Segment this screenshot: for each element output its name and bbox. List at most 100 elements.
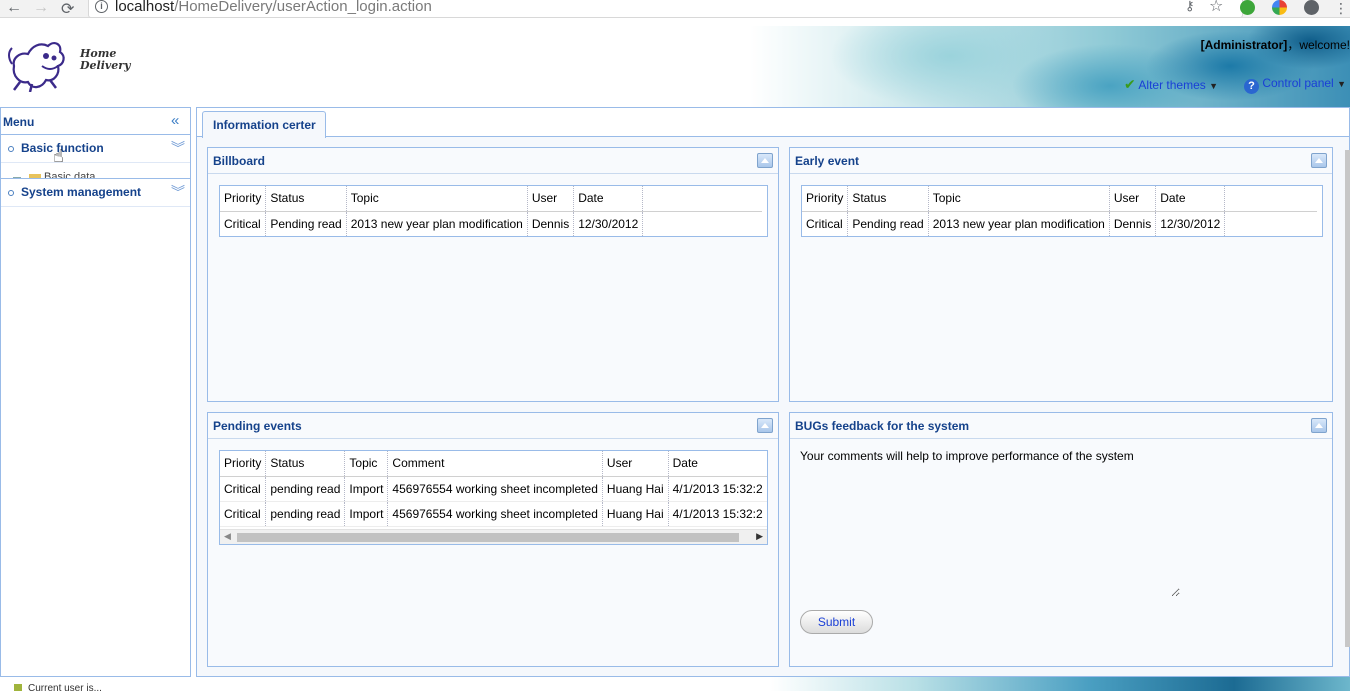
collapse-double-chevron-icon[interactable]: « <box>171 112 179 129</box>
reload-icon[interactable]: ⟳ <box>61 0 74 19</box>
early-event-portlet: Early event Priority Status Topic User D… <box>789 147 1333 402</box>
column-header[interactable]: User <box>602 451 669 477</box>
control-panel-label: Control panel <box>1262 76 1334 90</box>
collapse-icon[interactable] <box>757 418 773 433</box>
portlet-header: Billboard <box>208 148 778 174</box>
table-row[interactable]: Critical pending read Import 456976554 w… <box>220 476 767 502</box>
table-cell: Huang Hai <box>602 476 669 502</box>
column-header <box>642 186 762 212</box>
feedback-hint-text: Your comments will help to improve perfo… <box>800 449 1134 463</box>
menu-header: Menu « <box>1 108 190 135</box>
table-cell <box>642 211 762 236</box>
table-cell: pending read <box>265 501 346 527</box>
expand-chevron-icon[interactable]: ︾ <box>171 182 185 202</box>
user-icon <box>14 684 22 691</box>
column-header[interactable]: Priority <box>220 451 267 477</box>
tab-strip: Information certer <box>197 108 1349 138</box>
user-welcome: [Administrator]，welcome! <box>1200 38 1350 52</box>
browser-menu-icon[interactable]: ⋮ <box>1334 0 1348 17</box>
sidebar-item-system-management[interactable]: System management ︾ <box>1 179 190 207</box>
column-header[interactable]: User <box>527 186 575 212</box>
scroll-right-arrow-icon[interactable]: ▶ <box>756 531 763 542</box>
table-cell: Pending read <box>265 211 347 236</box>
bullet-icon <box>8 146 14 152</box>
table-cell: Critical <box>220 476 267 502</box>
column-header[interactable]: User <box>1109 186 1157 212</box>
column-header[interactable]: Priority <box>220 186 267 212</box>
table-cell: Dennis <box>527 211 575 236</box>
table-cell: 456976554 working sheet incompleted <box>387 501 603 527</box>
extension-icon[interactable] <box>1240 0 1255 15</box>
alter-themes-menu[interactable]: ✔ Alter themes ▼ <box>1124 76 1218 93</box>
logo-dog-icon <box>8 42 65 92</box>
bugs-feedback-portlet: BUGs feedback for the system Your commen… <box>789 412 1333 667</box>
browser-toolbar: ← → ⟳ i localhost/HomeDelivery/userActio… <box>0 0 1350 18</box>
billboard-grid: Priority Status Topic User Date Critical… <box>219 185 768 237</box>
table-row[interactable]: Critical Pending read 2013 new year plan… <box>220 211 762 236</box>
sidebar-item-basic-function[interactable]: Basic function ︾ <box>1 135 190 163</box>
extension-icon[interactable] <box>1272 0 1287 15</box>
pending-events-portlet: Pending events Priority Status Topic Com… <box>207 412 779 667</box>
control-panel-menu[interactable]: ? Control panel ▼ <box>1244 76 1346 94</box>
pending-events-grid: Priority Status Topic Comment User Date … <box>219 450 768 545</box>
vertical-scrollbar[interactable] <box>1345 150 1350 647</box>
column-header[interactable]: Status <box>847 186 929 212</box>
horizontal-scrollbar[interactable]: ◀ ▶ <box>220 529 767 544</box>
url-text[interactable]: localhost/HomeDelivery/userAction_login.… <box>115 0 432 15</box>
column-header[interactable]: Topic <box>346 186 528 212</box>
table-cell: Critical <box>802 211 849 236</box>
footer-text: Current user is... <box>28 683 102 694</box>
table-cell: Import <box>344 476 389 502</box>
scroll-left-arrow-icon[interactable]: ◀ <box>224 531 231 542</box>
tab-information-center[interactable]: Information certer <box>202 111 326 138</box>
tree-line <box>13 177 21 178</box>
hand-cursor-icon: ☝ <box>53 146 64 166</box>
help-icon: ? <box>1244 79 1259 94</box>
submit-button[interactable]: Submit <box>800 610 873 634</box>
table-row[interactable]: Critical pending read Import 456976554 w… <box>220 501 767 527</box>
bullet-icon <box>8 190 14 196</box>
table-cell: 12/30/2012 <box>1155 211 1226 236</box>
table-cell: 12/30/2012 <box>573 211 644 236</box>
column-header[interactable]: Topic <box>928 186 1110 212</box>
column-header[interactable]: Topic <box>344 451 389 477</box>
expand-chevron-icon[interactable]: ︾ <box>171 138 185 158</box>
table-cell: 4/1/2013 15:32:2 <box>668 501 767 527</box>
caret-down-icon: ▼ <box>1209 81 1219 91</box>
table-row[interactable]: Critical Pending read 2013 new year plan… <box>802 211 1317 236</box>
logo-text: Home Delivery <box>80 47 131 72</box>
column-header[interactable]: Date <box>1155 186 1226 212</box>
portlet-header: BUGs feedback for the system <box>790 413 1332 439</box>
info-icon[interactable]: i <box>95 0 108 13</box>
sidebar-subitem-label[interactable]: Basic data <box>44 171 95 178</box>
bookmark-star-icon[interactable]: ☆ <box>1209 0 1223 16</box>
table-cell: Critical <box>220 501 267 527</box>
portlet-header: Pending events <box>208 413 778 439</box>
column-header <box>1224 186 1317 212</box>
address-bar[interactable]: i localhost/HomeDelivery/userAction_logi… <box>88 0 1243 18</box>
early-event-grid: Priority Status Topic User Date Critical… <box>801 185 1323 237</box>
column-header[interactable]: Date <box>573 186 644 212</box>
table-cell: 2013 new year plan modification <box>928 211 1110 236</box>
portlet-title: Early event <box>795 154 860 168</box>
back-arrow-icon[interactable]: ← <box>6 0 22 17</box>
alter-themes-label: Alter themes <box>1138 78 1206 92</box>
extension-icon[interactable] <box>1304 0 1319 15</box>
column-header[interactable]: Priority <box>802 186 849 212</box>
menu-title: Menu <box>3 115 35 129</box>
column-header[interactable]: Status <box>265 451 346 477</box>
collapse-icon[interactable] <box>1311 418 1327 433</box>
collapse-icon[interactable] <box>757 153 773 168</box>
feedback-textarea[interactable] <box>800 465 1180 597</box>
forward-arrow-icon[interactable]: → <box>33 0 49 17</box>
scrollbar-thumb[interactable] <box>237 533 739 542</box>
key-icon[interactable]: ⚷ <box>1185 0 1195 14</box>
column-header[interactable]: Date <box>668 451 767 477</box>
collapse-icon[interactable] <box>1311 153 1327 168</box>
table-cell: Pending read <box>847 211 929 236</box>
table-cell: Critical <box>220 211 267 236</box>
table-cell: 2013 new year plan modification <box>346 211 528 236</box>
column-header[interactable]: Status <box>265 186 347 212</box>
column-header[interactable]: Comment <box>387 451 603 477</box>
portlet-title: BUGs feedback for the system <box>795 419 970 433</box>
